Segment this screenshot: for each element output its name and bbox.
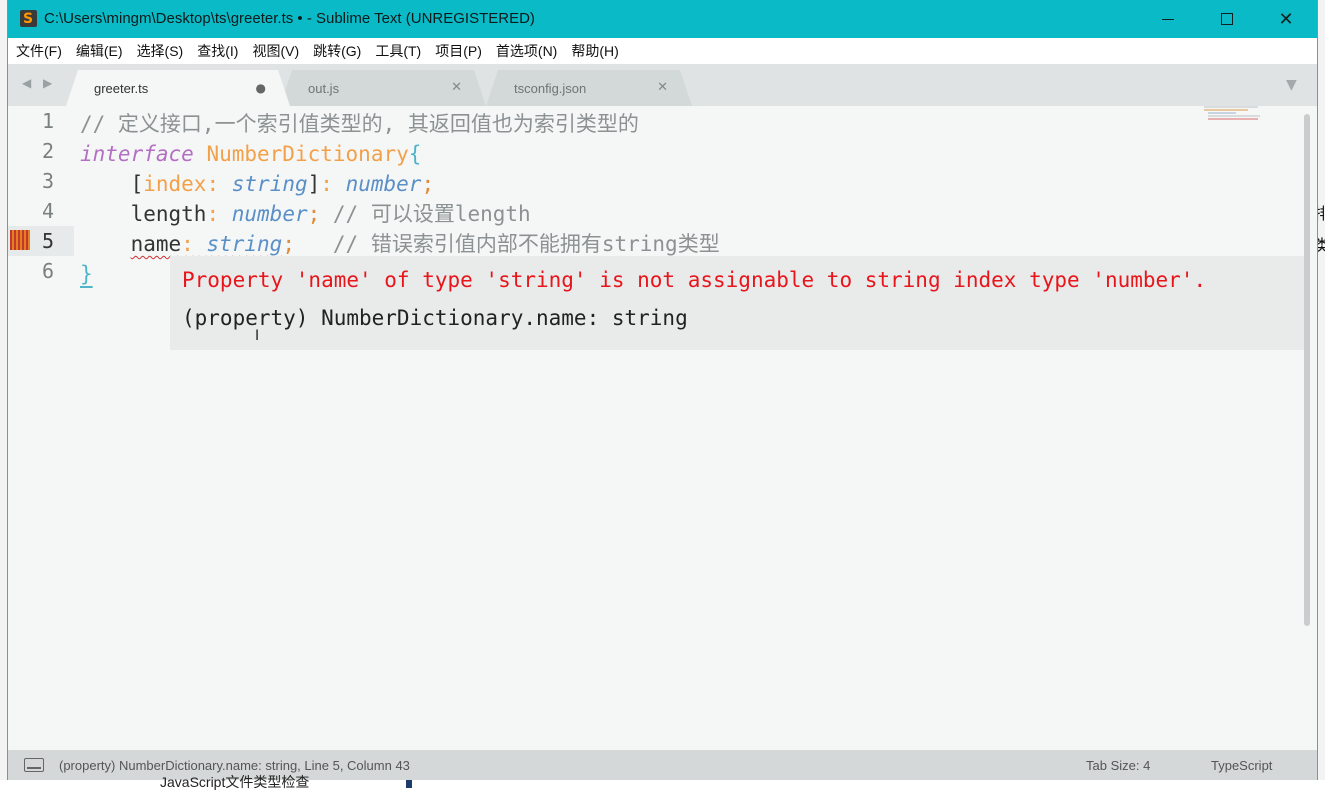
close-icon[interactable]: ✕ — [451, 80, 462, 95]
maximize-button[interactable] — [1198, 0, 1256, 38]
tab-overflow-chevron-icon[interactable]: ▼ — [1286, 77, 1297, 93]
line-number: 4 — [41, 199, 54, 223]
menu-find[interactable]: 查找(I) — [190, 41, 245, 61]
tab-label: greeter.ts — [94, 81, 149, 96]
menu-tools[interactable]: 工具(T) — [368, 41, 428, 61]
tab-tsconfig-json[interactable]: tsconfig.json ✕ — [486, 70, 692, 106]
background-text-fragment: JavaScript文件类型检查 — [160, 774, 310, 790]
code-line-4: length: number; // 可以设置length — [130, 202, 531, 226]
background-decoration — [406, 780, 412, 788]
line-number-current: 5 — [41, 229, 54, 253]
minimize-icon — [1162, 18, 1174, 20]
gutter: 1 2 3 4 5 6 — [8, 106, 74, 750]
type-info: (property) NumberDictionary.name: string — [182, 306, 688, 330]
menu-file[interactable]: 文件(F) — [8, 41, 69, 61]
menu-bar: 文件(F) 编辑(E) 选择(S) 查找(I) 视图(V) 跳转(G) 工具(T… — [8, 38, 1317, 64]
line-number: 1 — [41, 109, 54, 133]
minimap[interactable] — [1204, 106, 1264, 126]
tab-greeter-ts[interactable]: greeter.ts ● — [66, 70, 290, 106]
tab-label: out.js — [308, 81, 340, 96]
tab-out-js[interactable]: out.js ✕ — [280, 70, 486, 106]
status-message: (property) NumberDictionary.name: string… — [59, 758, 410, 773]
error-message: Property 'name' of type 'string' is not … — [182, 268, 1207, 292]
code-line-3: [index: string]: number; — [130, 172, 435, 196]
code-line-6: } — [80, 262, 93, 286]
code-line-2: interface NumberDictionary{ — [80, 142, 422, 166]
menu-selection[interactable]: 选择(S) — [130, 41, 191, 61]
title-bar[interactable]: S C:\Users\mingm\Desktop\ts\greeter.ts •… — [8, 0, 1317, 38]
menu-preferences[interactable]: 首选项(N) — [489, 41, 564, 61]
editor-area[interactable]: 1 2 3 4 5 6 // 定义接口,一个索引值类型的, 其返回值也为索引类型… — [8, 106, 1317, 750]
tab-label: tsconfig.json — [514, 81, 587, 96]
maximize-icon — [1221, 13, 1233, 25]
close-icon[interactable]: ✕ — [657, 80, 668, 95]
tab-nav-arrows-icon[interactable]: ◀ ▶ — [22, 76, 56, 90]
hover-tooltip: Property 'name' of type 'string' is not … — [170, 256, 1309, 350]
menu-help[interactable]: 帮助(H) — [564, 41, 625, 61]
close-icon: ✕ — [1278, 8, 1294, 30]
error-underline: name: string — [130, 232, 283, 256]
syntax-selector[interactable]: TypeScript — [1211, 758, 1272, 773]
menu-project[interactable]: 项目(P) — [428, 41, 489, 61]
menu-view[interactable]: 视图(V) — [245, 41, 306, 61]
panel-toggle-icon[interactable] — [24, 758, 44, 772]
close-button[interactable]: ✕ — [1257, 0, 1315, 38]
line-number: 3 — [41, 169, 54, 193]
sublime-window: S C:\Users\mingm\Desktop\ts\greeter.ts •… — [8, 0, 1317, 780]
text-cursor-icon: I — [255, 328, 260, 344]
menu-edit[interactable]: 编辑(E) — [69, 41, 130, 61]
sublime-text-icon: S — [20, 10, 37, 27]
minimize-button[interactable] — [1139, 0, 1197, 38]
modified-dot-icon[interactable]: ● — [256, 81, 266, 95]
window-title: C:\Users\mingm\Desktop\ts\greeter.ts • -… — [44, 10, 535, 27]
line-number: 2 — [41, 139, 54, 163]
tab-bar: ◀ ▶ tsconfig.json ✕ out.js ✕ greeter.ts … — [8, 64, 1317, 106]
vertical-scrollbar[interactable] — [1302, 110, 1312, 746]
menu-goto[interactable]: 跳转(G) — [306, 41, 368, 61]
code-line-1: // 定义接口,一个索引值类型的, 其返回值也为索引类型的 — [80, 112, 639, 136]
line-number: 6 — [41, 259, 54, 283]
tab-size-selector[interactable]: Tab Size: 4 — [1086, 758, 1150, 773]
code-line-5: name: string; // 错误索引值内部不能拥有string类型 — [130, 232, 720, 256]
scrollbar-thumb[interactable] — [1304, 114, 1310, 626]
